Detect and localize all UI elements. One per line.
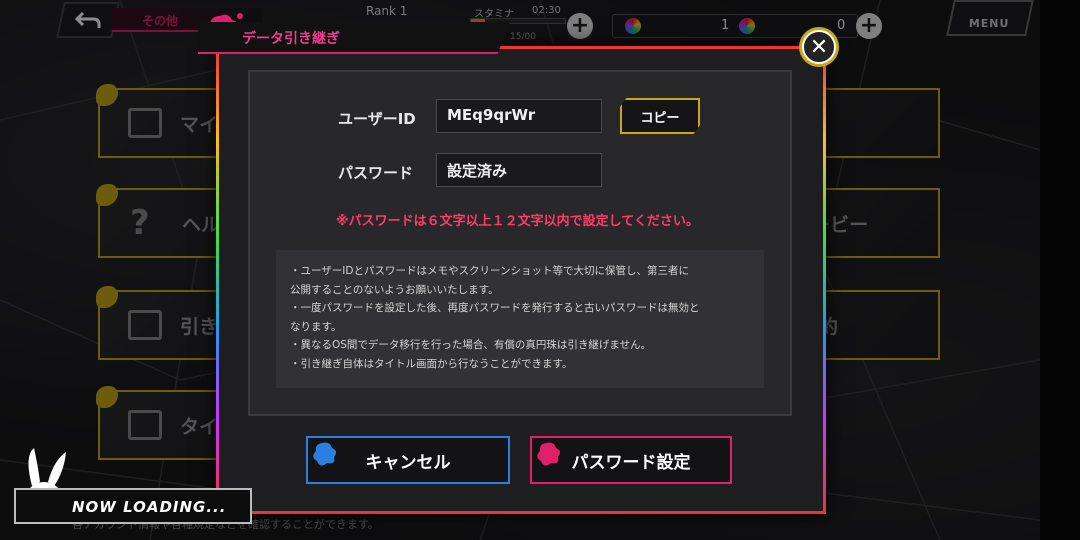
close-button[interactable]: ✕ xyxy=(802,30,836,64)
copy-button[interactable]: コピー xyxy=(620,98,700,134)
set-password-label: パスワード設定 xyxy=(571,452,691,473)
blue-paint-splat-icon xyxy=(313,442,337,466)
screen-edge-bar xyxy=(1040,0,1080,540)
user-id-field[interactable]: MEq9qrWr xyxy=(436,99,602,133)
note-line: 公開することのないようお願いいたします。 xyxy=(290,283,499,296)
notes-box: ・ユーザーIDとパスワードはメモやスクリーンショット等で大切に保管し、第三者に … xyxy=(276,250,764,388)
set-password-button[interactable]: パスワード設定 xyxy=(530,436,732,484)
dialog-title: データ引き継ぎ xyxy=(242,31,340,47)
cancel-label: キャンセル xyxy=(365,452,451,473)
note-line: ・一度パスワードを設定した後、再度パスワードを発行すると古いパスワードは無効と xyxy=(290,302,700,314)
password-rule-warning: ※パスワードは６文字以上１２文字以内で設定してください。 xyxy=(336,214,699,229)
close-icon: ✕ xyxy=(809,34,829,60)
password-label: パスワード xyxy=(338,164,414,182)
user-id-label: ユーザーID xyxy=(338,110,416,128)
note-line: ・引き継ぎ自体はタイトル画面から行なうことができます。 xyxy=(290,357,573,370)
pink-paint-splat-icon xyxy=(537,442,561,466)
note-line: なります。 xyxy=(290,320,342,333)
password-field[interactable]: 設定済み xyxy=(436,153,602,187)
cancel-button[interactable]: キャンセル xyxy=(306,436,510,484)
note-line: ・異なるOS間でデータ移行を行った場合、有償の真円珠は引き継げません。 xyxy=(290,339,652,351)
now-loading-indicator: NOW LOADING... xyxy=(14,488,252,524)
note-line: ・ユーザーIDとパスワードはメモやスクリーンショット等で大切に保管し、第三者に xyxy=(290,265,689,277)
